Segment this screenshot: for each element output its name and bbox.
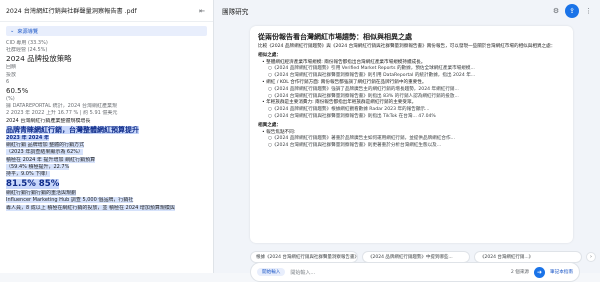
arrow-right-icon: ➜	[537, 268, 543, 276]
source-line: 社群經營 (24.5%)	[6, 47, 48, 54]
source-content: CID 專用 (33.3%) 社群經營 (24.5%) 2024 品牌投放策略 …	[0, 40, 213, 212]
chat-title: 團隊研究	[222, 8, 249, 16]
source-line: 2024 台灣網紅行銷產業整體規模增長	[6, 117, 91, 124]
settings-icon[interactable]: ⚙	[551, 6, 561, 16]
source-highlight: 網紅行銷行銷行銷的重活與規劃	[6, 190, 77, 197]
more-options-icon[interactable]: ⋮	[585, 7, 592, 15]
send-button[interactable]: ➜	[534, 266, 546, 278]
source-line: 回饋	[6, 64, 17, 71]
source-panel: 2024 台灣網紅行銷與社群聲量洞察報告書 .pdf ⇤ ⌄ 來源導覽 CID …	[0, 0, 214, 273]
source-highlight: 網紅行銷 品牌增加 整體的行銷方式	[6, 142, 85, 149]
response-intro: 比較《2024 品牌網紅行銷趨勢》與《2024 台灣網紅行銷與社群聲量洞察報告書…	[258, 44, 556, 49]
chevron-down-icon: ⌄	[10, 28, 15, 34]
source-highlight-stat: 81.5% 85%	[6, 179, 60, 190]
source-highlight-heading: 品牌青睞網紅行銷，台灣整體網紅預算提升	[6, 125, 139, 134]
chevron-right-icon[interactable]: ›	[586, 252, 596, 262]
chat-input-bar: 開始輸入 開始輸入... 2 個來源 ➜ 筆記本指南	[250, 262, 580, 282]
chat-input[interactable]: 開始輸入...	[290, 269, 505, 276]
source-highlight: 專人員，8 成以上 積極在網紅行銷的投放，並 積極在 2024 增加預算規模與	[6, 204, 175, 211]
source-line: 據 DATAREPORTAL 統計，2024 台灣網紅產業規	[6, 103, 117, 110]
source-line: CID 專用 (33.3%)	[6, 40, 48, 46]
source-highlight: （59.4% 積極提升，22.7%	[6, 163, 70, 170]
start-typing-pill[interactable]: 開始輸入	[257, 268, 286, 276]
share-button[interactable]: ⇪	[565, 4, 579, 18]
response-subbullet: ○《2024 品牌網紅行銷趨勢》根據網紅觀看數據 Radar 2023 年的報告…	[268, 107, 430, 113]
section-heading: 相異之處：	[258, 122, 281, 128]
source-highlight: Influencer Marketing Hub 調查 5,000 個品牌，行銷…	[6, 197, 134, 204]
source-line: 6	[6, 78, 10, 85]
response-bullet: • 網紅 / KOL 合作行銷方面: 兩份報告都強調了網紅行銷在品牌行銷中的重要…	[262, 79, 427, 85]
response-subbullet: ○《2024 品牌網紅行銷趨勢》強調了品牌廣告主的網紅行銷的增長趨勢，2024 …	[268, 86, 459, 92]
response-subbullet: ○《2024 台灣網紅行銷與社群聲量洞察報告書》則指出 TikTok 在台灣..…	[268, 113, 436, 119]
collapse-panel-icon[interactable]: ⇤	[197, 6, 207, 16]
response-subbullet: ○《2024 台灣網紅行銷與社群聲量洞察報告書》則引用 DataReportal…	[268, 73, 476, 79]
source-title: 2024 台灣網紅行銷與社群聲量洞察報告書 .pdf	[6, 8, 137, 15]
response-card: 從兩份報告看台灣網紅市場趨勢：相似與相異之處 比較《2024 品牌網紅行銷趨勢》…	[250, 26, 573, 243]
share-icon: ⇪	[569, 7, 575, 15]
source-highlight: 積極在 2024 年 提升增加 網紅行銷預算	[6, 156, 96, 163]
source-highlight: 持平，9.0% 下降）	[6, 171, 51, 178]
source-line: 2 2023 年 2022 上升 16.77 % | 約 5.91 億美元	[6, 110, 118, 117]
source-guide-toggle[interactable]: ⌄ 來源導覽	[6, 26, 207, 36]
source-line: 投放	[6, 71, 17, 78]
notebook-guide-button[interactable]: 筆記本指南	[550, 269, 573, 275]
response-title: 從兩份報告看台灣網紅市場趨勢：相似與相異之處	[258, 33, 412, 41]
source-header: 2024 台灣網紅行銷與社群聲量洞察報告書 .pdf ⇤	[0, 0, 213, 22]
app-window: 2024 台灣網紅行銷與社群聲量洞察報告書 .pdf ⇤ ⌄ 來源導覽 CID …	[0, 0, 600, 282]
chat-panel: 團隊研究 ⚙ ⇪ ⋮ 從兩份報告看台灣網紅市場趨勢：相似與相異之處 比較《202…	[214, 0, 600, 282]
source-heading: 2024 品牌投放策略	[6, 54, 72, 64]
source-highlight: （2023 年調查結果顯示為 62%）	[6, 149, 84, 156]
section-heading: 相似之處：	[258, 52, 281, 58]
source-guide-label: 來源導覽	[17, 28, 39, 35]
source-line: (%)	[6, 96, 15, 103]
chat-header: 團隊研究 ⚙ ⇪ ⋮	[214, 0, 600, 22]
response-subbullet: ○《2024 台灣網紅行銷與社群聲量洞察報告書》則更著重於分析台灣網紅生態以及.…	[268, 143, 442, 149]
source-highlight: 2023 年 2024 年	[6, 135, 50, 142]
source-stat: 60.5%	[6, 87, 29, 96]
source-count: 2 個來源	[510, 270, 530, 275]
